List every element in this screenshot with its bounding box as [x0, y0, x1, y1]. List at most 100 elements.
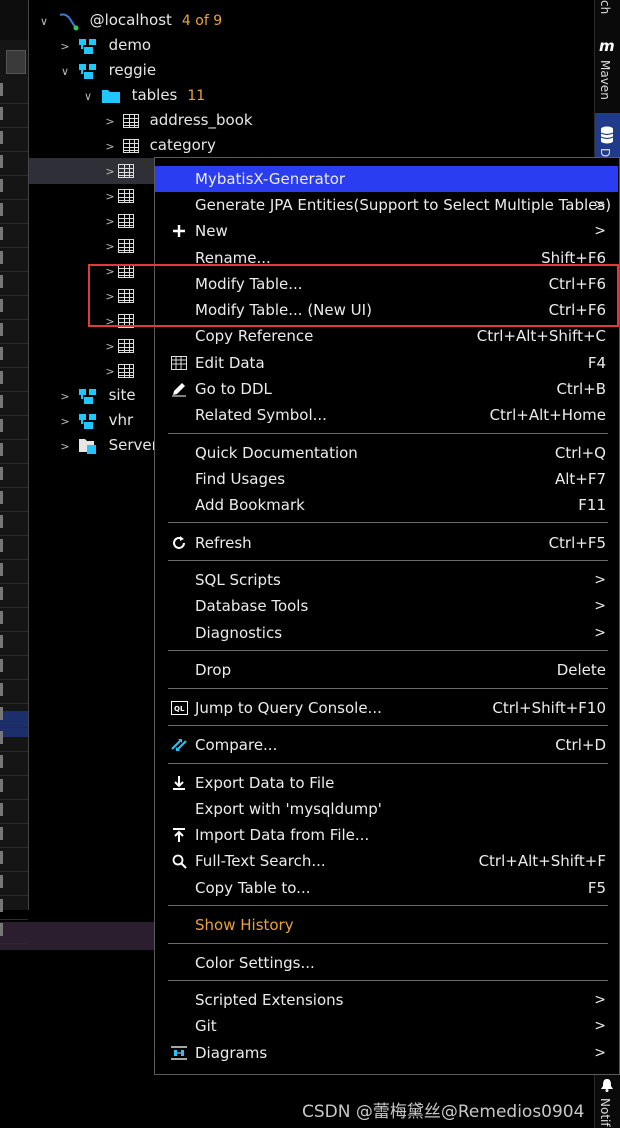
menu-item-label: Quick Documentation: [195, 444, 358, 462]
menu-item-refresh[interactable]: Refresh Ctrl+F5: [155, 530, 618, 556]
tool-tab-maven[interactable]: Maven: [598, 60, 612, 100]
tree-node-reggie[interactable]: ∨ reggie: [57, 58, 156, 83]
gutter-row: [0, 198, 28, 224]
gutter-cell-mark: [0, 203, 3, 216]
chevron-right-icon[interactable]: >: [57, 384, 73, 409]
menu-item-diagrams[interactable]: Diagrams >: [155, 1040, 618, 1066]
menu-item-label: Diagrams: [195, 1044, 268, 1062]
menu-item-shortcut: Ctrl+Shift+F10: [492, 699, 606, 717]
chevron-right-icon[interactable]: >: [102, 184, 118, 209]
chevron-right-icon[interactable]: >: [102, 109, 118, 134]
chevron-right-icon[interactable]: >: [102, 334, 118, 359]
menu-item-sql-scripts[interactable]: SQL Scripts >: [155, 567, 618, 593]
chevron-down-icon[interactable]: ∨: [80, 84, 96, 109]
menu-item-color-settings[interactable]: Color Settings...: [155, 950, 618, 976]
menu-item-jump-to-query-console[interactable]: QL Jump to Query Console... Ctrl+Shift+F10: [155, 695, 618, 721]
tree-node-table[interactable]: >: [102, 358, 140, 383]
menu-item-mybatisx-generator[interactable]: MybatisX-Generator: [155, 166, 618, 192]
gutter-row: [0, 678, 28, 704]
menu-item-find-usages[interactable]: Find Usages Alt+F7: [155, 466, 618, 492]
menu-item-label: Drop: [195, 661, 232, 679]
tree-node-category[interactable]: > category: [102, 133, 215, 159]
tree-node-address-book[interactable]: > address_book: [102, 108, 252, 134]
gutter-row: [0, 270, 28, 296]
gutter-row: [0, 246, 28, 272]
tree-node-server[interactable]: > Server: [57, 433, 158, 459]
tool-tab-notifications[interactable]: Notif: [598, 1098, 612, 1127]
submenu-arrow-icon: >: [594, 1018, 606, 1034]
annotation-highlight-box: [88, 264, 619, 327]
menu-item-compare[interactable]: Compare... Ctrl+D: [155, 732, 618, 758]
gutter-cell-mark: [0, 323, 3, 336]
gutter-cell-mark: [0, 155, 3, 168]
tree-node-table[interactable]: >: [102, 183, 140, 208]
menu-item-git[interactable]: Git >: [155, 1013, 618, 1039]
tree-node-table[interactable]: >: [102, 333, 140, 358]
gutter-row: [0, 318, 28, 344]
chevron-right-icon[interactable]: >: [57, 434, 73, 459]
menu-item-label: Export Data to File: [195, 774, 335, 792]
gutter-row: [0, 438, 28, 464]
menu-item-copy-table-to[interactable]: Copy Table to... F5: [155, 875, 618, 901]
menu-item-quick-documentation[interactable]: Quick Documentation Ctrl+Q: [155, 440, 618, 466]
menu-item-show-history[interactable]: Show History: [155, 912, 618, 938]
tool-tab-database-label[interactable]: D: [598, 148, 612, 157]
gutter-cell-mark: [0, 251, 3, 264]
tree-node-table[interactable]: >: [102, 233, 140, 258]
menu-item-scripted-extensions[interactable]: Scripted Extensions >: [155, 987, 618, 1013]
chevron-right-icon[interactable]: >: [102, 209, 118, 234]
maven-icon[interactable]: m: [599, 37, 615, 55]
tree-node-tables[interactable]: ∨ tables 11: [80, 83, 205, 108]
menu-item-related-symbol[interactable]: Related Symbol... Ctrl+Alt+Home: [155, 402, 618, 428]
menu-item-label: Edit Data: [195, 354, 265, 372]
menu-item-drop[interactable]: Drop Delete: [155, 657, 618, 683]
svg-text:QL: QL: [174, 705, 185, 713]
gutter-cell-mark: [0, 371, 3, 384]
tree-node-vhr[interactable]: > vhr: [57, 408, 133, 433]
menu-item-new[interactable]: New >: [155, 218, 618, 244]
menu-item-import-data-from-file[interactable]: Import Data from File...: [155, 822, 618, 848]
folder-icon: [101, 89, 120, 103]
mysql-dolphin-icon: [59, 13, 79, 30]
chevron-right-icon[interactable]: >: [102, 234, 118, 259]
tree-node-localhost[interactable]: ∨ @localhost 4 of 9: [36, 8, 222, 33]
bell-icon[interactable]: [599, 1078, 615, 1092]
tree-label: demo: [108, 36, 152, 54]
tree-label: Server: [108, 436, 158, 454]
menu-item-add-bookmark[interactable]: Add Bookmark F11: [155, 492, 618, 518]
tree-node-table[interactable]: >: [102, 158, 140, 183]
chevron-right-icon[interactable]: >: [102, 159, 118, 184]
gutter-cell-mark: [0, 395, 3, 408]
submenu-arrow-icon: >: [594, 197, 606, 213]
diagram-icon: [169, 1040, 189, 1066]
tool-tab-search[interactable]: ch: [598, 0, 612, 14]
menu-item-export-with-mysqldump[interactable]: Export with 'mysqldump': [155, 796, 618, 822]
chevron-down-icon[interactable]: ∨: [36, 9, 52, 34]
tree-label: @localhost: [89, 11, 172, 29]
chevron-right-icon[interactable]: >: [102, 359, 118, 384]
menu-item-shortcut: F4: [587, 354, 606, 372]
menu-item-shortcut: Ctrl+Alt+Shift+F: [478, 852, 606, 870]
gutter-header: [0, 0, 28, 40]
gutter-scroll-thumb[interactable]: [6, 50, 26, 74]
tree-node-demo[interactable]: > demo: [57, 33, 151, 58]
chevron-down-icon[interactable]: ∨: [57, 59, 73, 84]
menu-item-label: Related Symbol...: [195, 406, 327, 424]
menu-separator: [168, 650, 608, 651]
chevron-right-icon[interactable]: >: [57, 34, 73, 59]
menu-item-diagnostics[interactable]: Diagnostics >: [155, 620, 618, 646]
chevron-right-icon[interactable]: >: [57, 409, 73, 434]
menu-item-edit-data[interactable]: Edit Data F4: [155, 350, 618, 376]
tree-node-table[interactable]: >: [102, 208, 140, 233]
gutter-cell-mark: [0, 875, 3, 888]
menu-item-full-text-search[interactable]: Full-Text Search... Ctrl+Alt+Shift+F: [155, 848, 618, 874]
menu-item-database-tools[interactable]: Database Tools >: [155, 593, 618, 619]
menu-item-generate-jpa-entities-support-to-select-multiple-tables[interactable]: Generate JPA Entities(Support to Select …: [155, 192, 618, 218]
tree-node-site[interactable]: > site: [57, 383, 135, 409]
gutter-row: [0, 846, 28, 872]
menu-item-shortcut: F11: [578, 496, 606, 514]
count-badge: 4 of 9: [181, 13, 223, 29]
chevron-right-icon[interactable]: >: [102, 134, 118, 159]
menu-item-export-data-to-file[interactable]: Export Data to File: [155, 770, 618, 796]
menu-item-go-to-ddl[interactable]: Go to DDL Ctrl+B: [155, 376, 618, 402]
